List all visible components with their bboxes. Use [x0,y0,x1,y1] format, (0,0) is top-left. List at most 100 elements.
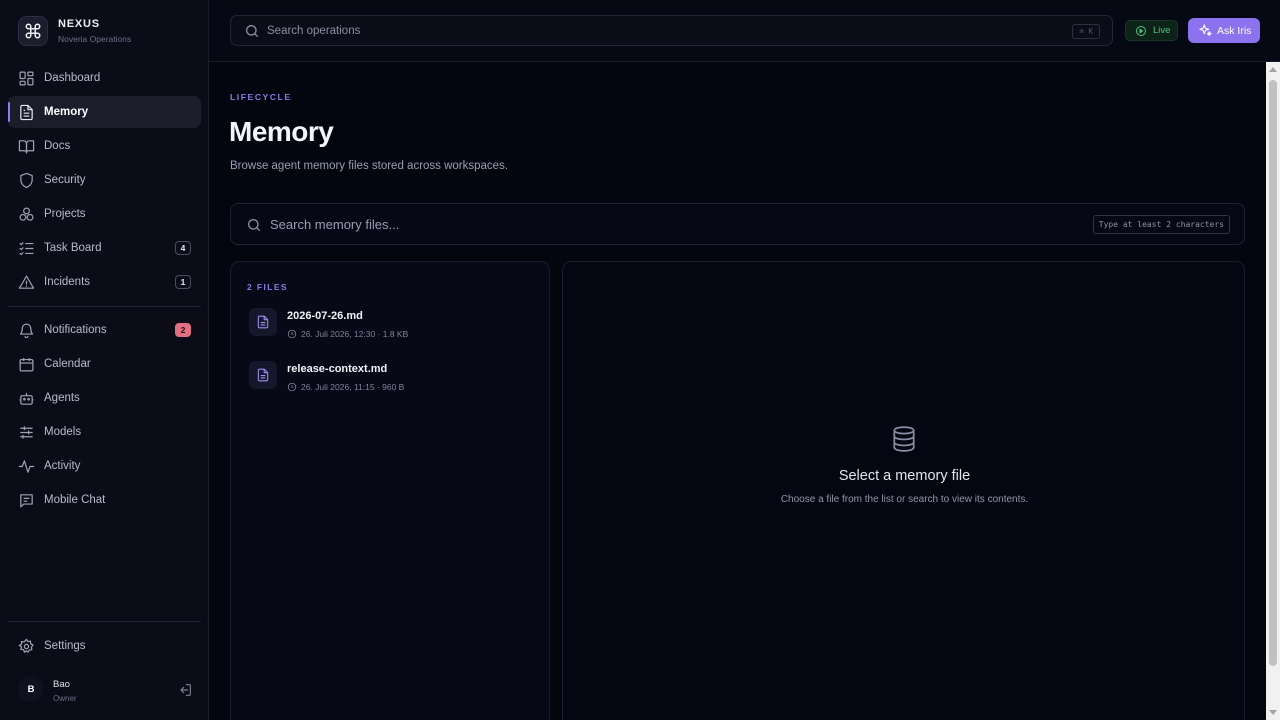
main-content: LIFECYCLE Memory Browse agent memory fil… [209,62,1266,720]
sidebar: NEXUS Noveria Operations Dashboard Memor… [0,0,209,720]
clock-icon [287,382,297,392]
sidebar-item-security[interactable]: Security [8,164,201,196]
sparkles-icon [1198,23,1213,38]
sidebar-item-settings[interactable]: Settings [8,630,201,662]
logout-icon[interactable] [177,682,193,698]
projects-icon [18,206,35,223]
sidebar-item-label: Docs [44,140,71,152]
task-list-icon [18,240,35,257]
sidebar-item-memory[interactable]: Memory [8,96,201,128]
sidebar-item-label: Notifications [44,324,107,336]
sidebar-item-label: Calendar [44,358,91,370]
sidebar-item-docs[interactable]: Docs [8,130,201,162]
shield-icon [18,172,35,189]
vertical-scrollbar[interactable] [1266,62,1280,720]
avatar: B [18,676,44,702]
file-meta: 26. Juli 2026, 11:15 · 960 B [287,382,404,392]
scrollbar-thumb[interactable] [1269,80,1277,666]
book-icon [18,138,35,155]
database-icon [891,425,917,453]
sidebar-item-label: Settings [44,640,86,652]
section-eyebrow: LIFECYCLE [230,92,292,102]
user-profile[interactable]: B Bao Owner [18,674,193,706]
gear-icon [18,637,35,655]
clock-icon [287,329,297,339]
brand[interactable]: NEXUS Noveria Operations [18,16,131,46]
file-list-panel: 2 FILES 2026-07-26.md 26. Juli 2026, 12:… [230,261,550,720]
sidebar-item-label: Projects [44,208,86,220]
memory-search-input[interactable] [270,204,1050,244]
file-meta-text: 26. Juli 2026, 11:15 · 960 B [301,382,405,392]
sidebar-item-incidents[interactable]: Incidents 1 [8,266,201,298]
page-subtitle: Browse agent memory files stored across … [230,160,509,172]
live-status-badge[interactable]: Live [1125,20,1178,41]
brand-name: NEXUS [58,18,100,30]
dashboard-icon [18,70,35,87]
search-min-chars-hint: Type at least 2 characters [1092,215,1230,234]
calendar-icon [18,356,35,373]
user-name: Bao [53,679,70,690]
sidebar-nav-footer: Settings [8,630,201,664]
user-role: Owner [53,694,77,703]
empty-state-subtitle: Choose a file from the list or search to… [780,494,1029,505]
page-title: Memory [229,116,334,147]
document-icon [18,104,35,121]
sidebar-item-models[interactable]: Models [8,416,201,448]
file-list-item[interactable]: release-context.md 26. Juli 2026, 11:15 … [247,361,537,401]
scroll-up-arrow-icon[interactable] [1269,67,1277,72]
file-name: release-context.md [287,363,388,375]
ask-iris-button[interactable]: Ask Iris [1188,18,1260,43]
sidebar-item-activity[interactable]: Activity [8,450,201,482]
file-name: 2026-07-26.md [287,310,363,322]
sidebar-item-label: Agents [44,392,80,404]
task-count-badge: 4 [175,241,191,255]
file-count: 2 FILES [247,282,288,292]
topbar: ⌘ K Live Ask Iris [209,0,1280,62]
global-search-input[interactable] [267,16,1027,45]
sidebar-nav-primary: Dashboard Memory Docs Security Projects … [8,62,201,300]
file-icon [249,361,277,389]
global-search[interactable]: ⌘ K [230,15,1113,46]
activity-icon [18,458,35,475]
sidebar-divider [8,306,201,307]
file-viewer-panel: Select a memory file Choose a file from … [562,261,1245,720]
ask-iris-label: Ask Iris [1217,24,1252,37]
memory-search[interactable]: Type at least 2 characters [230,203,1245,245]
search-icon [244,23,260,39]
sidebar-item-calendar[interactable]: Calendar [8,348,201,380]
empty-state-title: Select a memory file [838,468,971,484]
file-icon [249,308,277,336]
incident-count-badge: 1 [175,275,191,289]
sidebar-item-label: Security [44,174,86,186]
live-status-label: Live [1153,25,1171,36]
live-status-icon [1135,25,1147,37]
file-meta: 26. Juli 2026, 12:30 · 1.8 KB [287,329,408,339]
sidebar-divider [8,621,201,622]
file-meta-text: 26. Juli 2026, 12:30 · 1.8 KB [301,329,409,339]
scroll-down-arrow-icon[interactable] [1269,710,1277,715]
search-icon [246,217,262,233]
chat-icon [18,492,35,509]
search-shortcut-hint: ⌘ K [1072,24,1100,39]
sidebar-item-dashboard[interactable]: Dashboard [8,62,201,94]
sidebar-item-label: Task Board [44,242,102,254]
warning-icon [18,274,35,291]
sidebar-item-mobile-chat[interactable]: Mobile Chat [8,484,201,516]
sidebar-item-notifications[interactable]: Notifications 2 [8,314,201,346]
brand-subtitle: Noveria Operations [58,34,132,44]
sidebar-item-label: Memory [44,106,89,118]
sidebar-item-projects[interactable]: Projects [8,198,201,230]
sidebar-item-label: Dashboard [44,72,101,84]
notification-count-badge: 2 [175,323,191,337]
sidebar-item-task-board[interactable]: Task Board 4 [8,232,201,264]
sidebar-item-label: Mobile Chat [44,494,106,506]
sidebar-item-agents[interactable]: Agents [8,382,201,414]
sidebar-item-label: Incidents [44,276,91,288]
sidebar-item-label: Activity [44,460,81,472]
command-icon [18,16,48,46]
bell-icon [18,322,35,339]
file-list-item[interactable]: 2026-07-26.md 26. Juli 2026, 12:30 · 1.8… [247,308,537,348]
sidebar-item-label: Models [44,426,82,438]
sliders-icon [18,424,35,441]
robot-icon [18,390,35,407]
